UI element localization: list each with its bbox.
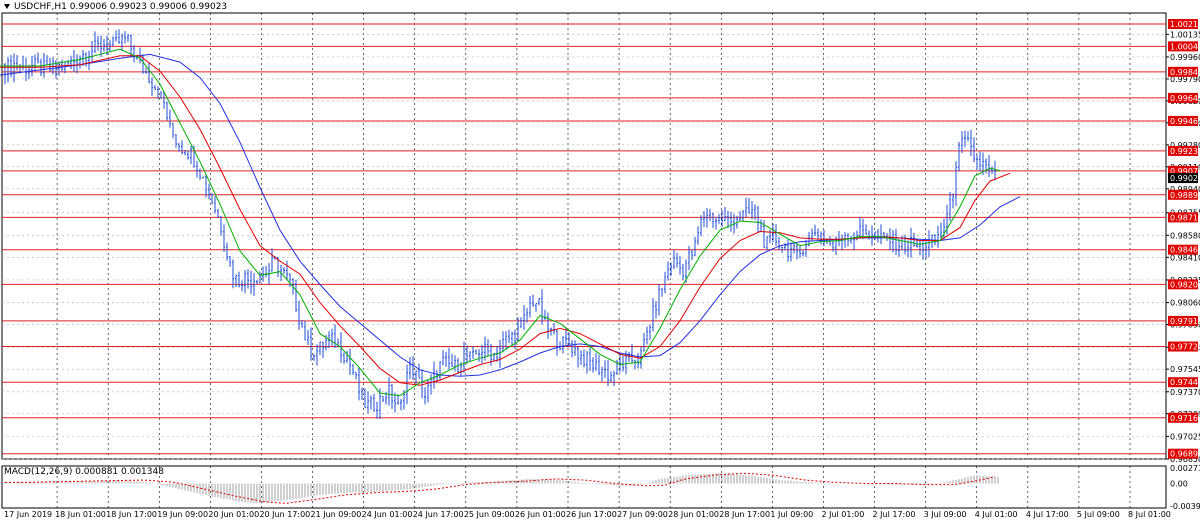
time-tick-label: 24 Jun 01:00 — [362, 510, 413, 519]
price-tick-label: 0.97370 — [1170, 388, 1200, 397]
price-tick-label: 0.97025 — [1170, 432, 1200, 441]
time-tick-label: 18 Jun 17:00 — [106, 510, 157, 519]
main-plot-frame — [1, 12, 1167, 460]
time-tick-label: 18 Jun 01:00 — [55, 510, 106, 519]
ma-slow-line — [0, 53, 1021, 377]
time-tick-label: 27 Jun 09:00 — [617, 510, 668, 519]
level-label: 1.00215 — [1170, 20, 1200, 29]
time-tick-label: 4 Jul 17:00 — [1026, 510, 1069, 519]
level-label: 0.98201 — [1170, 280, 1200, 289]
level-label: 0.97720 — [1170, 343, 1200, 352]
current-price-label: 0.99023 — [1170, 174, 1200, 183]
level-label: 0.99643 — [1170, 94, 1200, 103]
level-label: 1.00042 — [1170, 42, 1200, 51]
macd-tick-label: 0.002712 — [1170, 464, 1200, 473]
macd-signal-line — [5, 472, 996, 504]
level-label: 0.99233 — [1170, 147, 1200, 156]
time-tick-label: 17 Jun 2019 — [4, 510, 52, 519]
price-tick-label: 0.98580 — [1170, 231, 1200, 240]
price-tick-label: 1.00135 — [1170, 30, 1200, 39]
price-tick-label: 0.99960 — [1170, 53, 1200, 62]
time-tick-label: 28 Jun 17:00 — [719, 510, 770, 519]
time-tick-label: 1 Jul 09:00 — [770, 510, 813, 519]
time-tick-label: 20 Jun 17:00 — [259, 510, 310, 519]
price-tick-label: 0.98060 — [1170, 299, 1200, 308]
time-tick-label: 26 Jun 17:00 — [566, 510, 617, 519]
macd-tick-label: -0.003939 — [1170, 502, 1200, 511]
time-tick-label: 24 Jun 17:00 — [413, 510, 464, 519]
ohlc-values: 0.99006 0.99023 0.99006 0.99023 — [69, 2, 228, 12]
time-tick-label: 8 Jul 01:00 — [1128, 510, 1171, 519]
level-label: 0.97918 — [1170, 317, 1200, 326]
chart-window: 17 Jun 2019 18 Jun 01:00 18 Jun 17:00 19 Ju… — [0, 0, 1200, 523]
time-tick-label: 28 Jun 01:00 — [668, 510, 719, 519]
time-tick-label: 3 Jul 09:00 — [924, 510, 967, 519]
level-label: 0.98719 — [1170, 213, 1200, 222]
time-tick-label: 26 Jun 01:00 — [515, 510, 566, 519]
macd-tick-label: 0.00 — [1170, 479, 1188, 488]
symbol-header: USDCHF,H1 0.99006 0.99023 0.99006 0.9902… — [4, 2, 227, 12]
chart-canvas[interactable]: 17 Jun 2019 18 Jun 01:00 18 Jun 17:00 19 Ju… — [0, 0, 1200, 523]
macd-histogram — [4, 473, 999, 504]
time-tick-label: 19 Jun 09:00 — [157, 510, 208, 519]
level-label: 0.98894 — [1170, 191, 1200, 200]
level-label: 0.96891 — [1170, 450, 1200, 459]
level-label: 0.97169 — [1170, 414, 1200, 423]
macd-plot-frame — [1, 465, 1167, 509]
symbol-name: USDCHF,H1 — [14, 2, 67, 12]
macd-label: MACD(12,26,9) 0.000881 0.001348 — [4, 467, 164, 477]
level-label: 0.99465 — [1170, 117, 1200, 126]
level-label: 0.99845 — [1170, 68, 1200, 77]
time-tick-label: 4 Jul 01:00 — [975, 510, 1018, 519]
price-tick-label: 0.97545 — [1170, 365, 1200, 374]
time-tick-label: 2 Jul 17:00 — [873, 510, 916, 519]
time-tick-label: 25 Jun 09:00 — [464, 510, 515, 519]
candles-group — [4, 29, 996, 419]
level-label: 0.97444 — [1170, 378, 1200, 387]
time-tick-label: 2 Jul 01:00 — [821, 510, 864, 519]
time-tick-label: 21 Jun 09:00 — [311, 510, 362, 519]
ma-mid-line — [0, 55, 1011, 386]
time-tick-label: 5 Jul 09:00 — [1077, 510, 1120, 519]
level-label: 0.98469 — [1170, 246, 1200, 255]
time-tick-label: 20 Jun 01:00 — [208, 510, 259, 519]
dropdown-triangle-icon[interactable] — [4, 4, 10, 9]
